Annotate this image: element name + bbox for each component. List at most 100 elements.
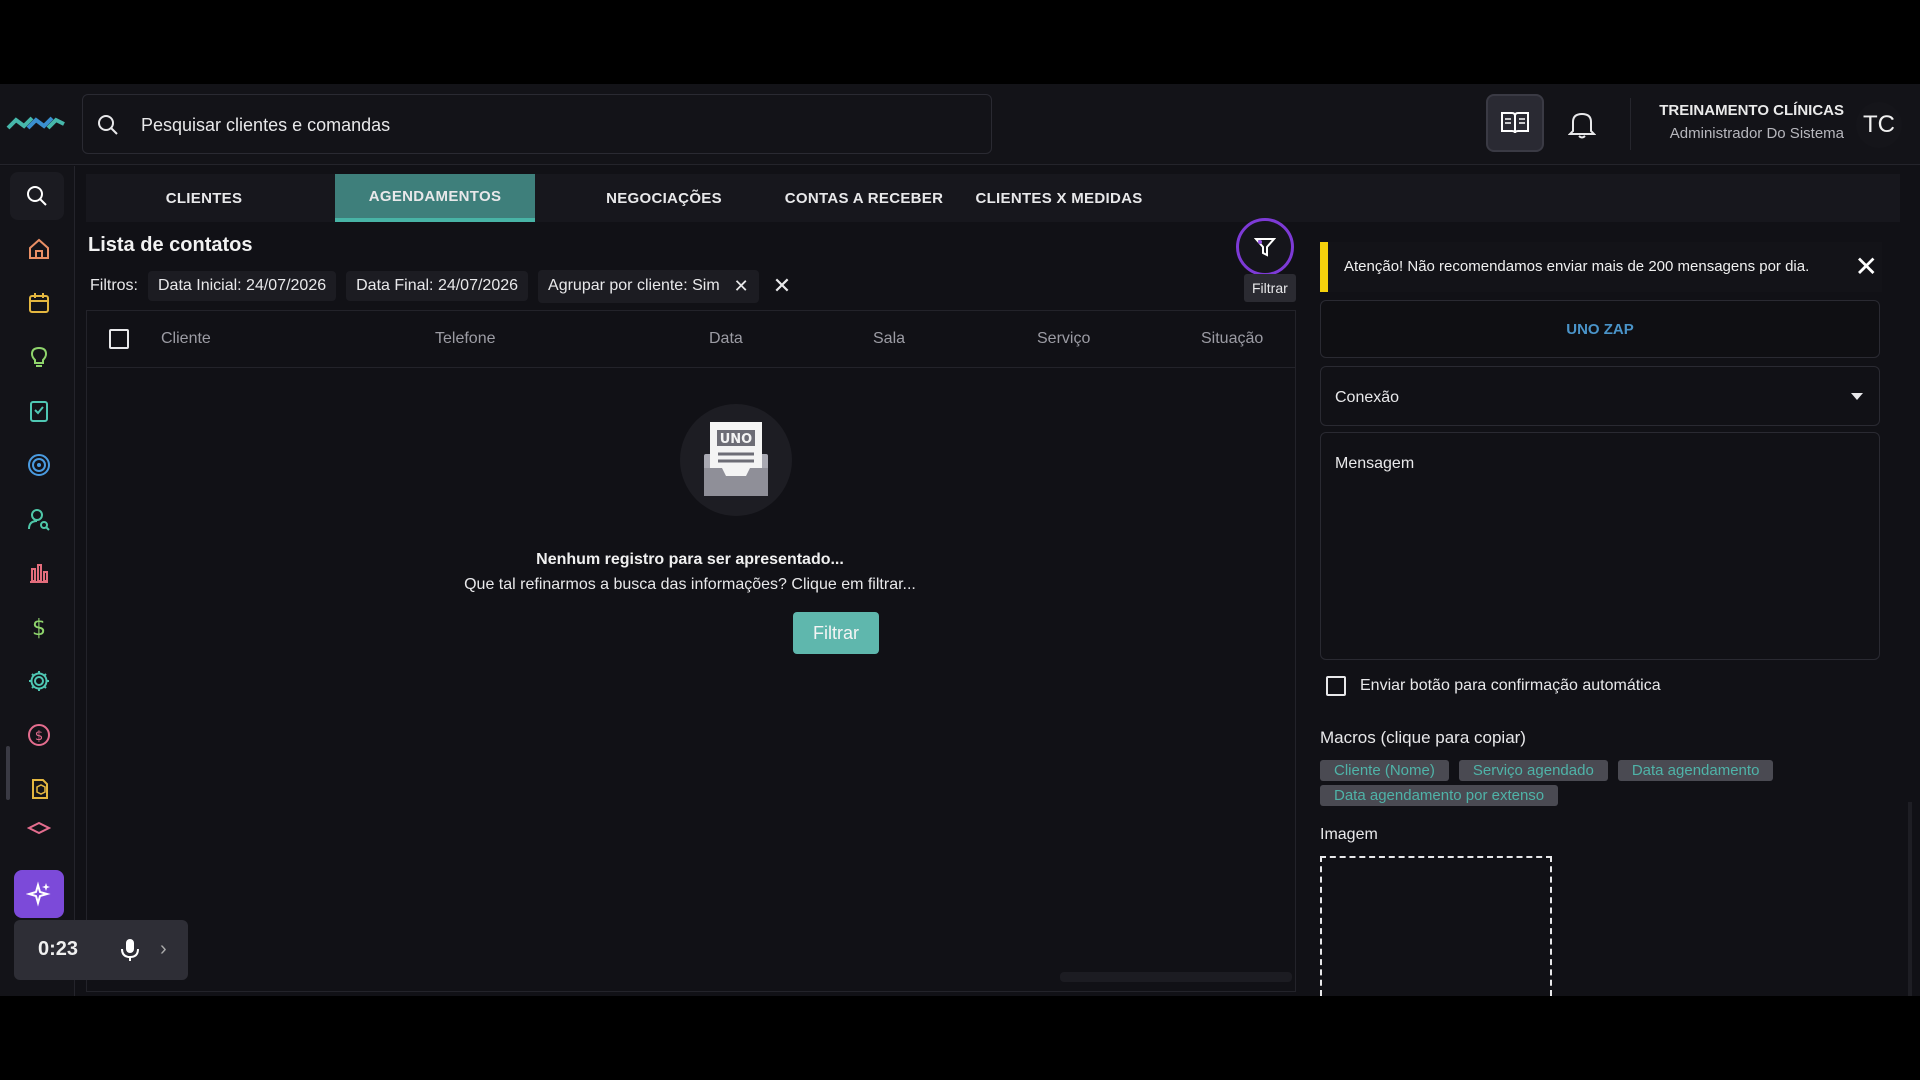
alert-text: Atenção! Não recomendamos enviar mais de… bbox=[1344, 258, 1810, 275]
svg-text:$: $ bbox=[32, 616, 46, 639]
macro-tag[interactable]: Cliente (Nome) bbox=[1320, 760, 1449, 781]
connection-select[interactable]: Conexão bbox=[1320, 366, 1880, 426]
sidebar-item-tasks[interactable] bbox=[20, 392, 58, 430]
inbox-icon: UNO bbox=[704, 422, 768, 496]
close-icon[interactable]: ✕ bbox=[1855, 250, 1878, 283]
column-header-sala[interactable]: Sala bbox=[873, 330, 905, 348]
ai-assistant-button[interactable] bbox=[14, 870, 64, 918]
cap-icon bbox=[27, 821, 51, 835]
filter-chip-end-date[interactable]: Data Final: 24/07/2026 bbox=[346, 271, 529, 301]
divider bbox=[1630, 98, 1631, 150]
svg-text:$: $ bbox=[35, 729, 43, 744]
chip-label: Data Inicial: 24/07/2026 bbox=[158, 277, 327, 294]
bar-chart-icon bbox=[30, 564, 48, 583]
sparkle-icon bbox=[26, 881, 51, 907]
microphone-icon[interactable] bbox=[120, 938, 140, 962]
notifications-button[interactable] bbox=[1562, 104, 1602, 144]
audio-recorder: 0:23 › bbox=[14, 920, 188, 980]
search-icon bbox=[27, 186, 47, 206]
message-label: Mensagem bbox=[1335, 455, 1415, 472]
column-header-data[interactable]: Data bbox=[709, 330, 743, 348]
home-icon bbox=[29, 238, 49, 259]
clear-filters-icon[interactable]: ✕ bbox=[773, 273, 791, 299]
sidebar-item-inventory[interactable] bbox=[20, 770, 58, 808]
select-all-checkbox[interactable] bbox=[109, 329, 129, 349]
chevron-down-icon bbox=[1851, 393, 1863, 400]
filter-button[interactable] bbox=[1236, 218, 1294, 276]
filter-tooltip: Filtrar bbox=[1244, 274, 1296, 302]
sidebar-item-training[interactable] bbox=[20, 818, 58, 842]
auto-confirm-label: Enviar botão para confirmação automática bbox=[1360, 677, 1661, 694]
user-info[interactable]: TREINAMENTO CLÍNICAS Administrador Do Si… bbox=[1659, 102, 1844, 142]
target-icon bbox=[28, 454, 50, 476]
search-input[interactable] bbox=[139, 109, 963, 141]
calendar-icon bbox=[29, 293, 49, 313]
brand-logo[interactable] bbox=[6, 112, 68, 134]
horizontal-scrollbar[interactable] bbox=[1060, 972, 1292, 982]
macros-list: Cliente (Nome) Serviço agendado Data age… bbox=[1320, 760, 1840, 810]
empty-state-title: Nenhum registro para ser apresentado... bbox=[536, 551, 844, 568]
chip-label: Data Final: 24/07/2026 bbox=[356, 277, 519, 294]
filtrar-button[interactable]: Filtrar bbox=[793, 612, 879, 654]
auto-confirm-checkbox[interactable] bbox=[1326, 676, 1346, 696]
filter-chip-group[interactable]: Agrupar por cliente: Sim ✕ bbox=[538, 269, 759, 303]
image-label: Imagem bbox=[1320, 826, 1378, 843]
warning-alert: Atenção! Não recomendamos enviar mais de… bbox=[1320, 242, 1882, 292]
chevron-right-icon[interactable]: › bbox=[160, 938, 167, 961]
book-icon bbox=[1501, 112, 1529, 134]
app-window: TREINAMENTO CLÍNICAS Administrador Do Si… bbox=[0, 84, 1920, 996]
column-header-telefone[interactable]: Telefone bbox=[435, 330, 496, 348]
sidebar-item-goals[interactable] bbox=[20, 446, 58, 484]
manual-button[interactable] bbox=[1486, 94, 1544, 152]
sidebar-item-agenda[interactable] bbox=[20, 284, 58, 322]
empty-logo-text: UNO bbox=[720, 432, 753, 447]
column-header-servico[interactable]: Serviço bbox=[1037, 330, 1090, 348]
user-role: Administrador Do Sistema bbox=[1669, 125, 1844, 142]
tab-negociacoes[interactable]: NEGOCIAÇÕES bbox=[564, 174, 764, 222]
dollar-icon: $ bbox=[32, 616, 46, 639]
gear-icon bbox=[29, 671, 49, 691]
sidebar-item-payments[interactable]: $ bbox=[20, 716, 58, 754]
avatar[interactable]: TC bbox=[1856, 102, 1902, 148]
filters-label: Filtros: bbox=[90, 277, 138, 294]
search-icon bbox=[98, 115, 118, 135]
tab-clientes-x-medidas[interactable]: CLIENTES X MEDIDAS bbox=[944, 174, 1174, 222]
top-bar: TREINAMENTO CLÍNICAS Administrador Do Si… bbox=[0, 84, 1920, 165]
active-indicator bbox=[6, 746, 10, 800]
message-textarea[interactable]: Mensagem bbox=[1320, 432, 1880, 660]
recording-time: 0:23 bbox=[38, 938, 79, 960]
funnel-icon bbox=[1254, 238, 1276, 257]
global-search bbox=[82, 94, 992, 154]
empty-state-illustration: UNO bbox=[680, 404, 792, 516]
chip-label: Agrupar por cliente: Sim bbox=[548, 277, 720, 294]
sidebar-item-reports[interactable] bbox=[20, 554, 58, 592]
sidebar-item-finance[interactable]: $ bbox=[20, 608, 58, 646]
user-search-icon bbox=[28, 509, 50, 531]
sidebar-search[interactable] bbox=[10, 172, 64, 220]
uno-zap-button[interactable]: UNO ZAP bbox=[1320, 300, 1880, 358]
table-header: Cliente Telefone Data Sala Serviço Situa… bbox=[87, 311, 1295, 368]
page-title: Lista de contatos bbox=[88, 234, 253, 256]
macros-title: Macros (clique para copiar) bbox=[1320, 728, 1526, 747]
image-dropzone[interactable] bbox=[1320, 856, 1552, 996]
lightbulb-icon bbox=[30, 346, 48, 367]
remove-chip-icon[interactable]: ✕ bbox=[734, 276, 749, 297]
filter-chip-start-date[interactable]: Data Inicial: 24/07/2026 bbox=[148, 271, 337, 301]
active-filters: Filtros: Data Inicial: 24/07/2026 Data F… bbox=[90, 269, 791, 303]
sidebar-item-clients[interactable] bbox=[20, 500, 58, 538]
sidebar-item-settings[interactable] bbox=[20, 662, 58, 700]
connection-label: Conexão bbox=[1335, 389, 1400, 406]
macro-tag[interactable]: Data agendamento bbox=[1617, 760, 1774, 781]
bell-icon bbox=[1568, 112, 1596, 139]
tab-clientes[interactable]: CLIENTES bbox=[124, 174, 284, 222]
box-icon bbox=[32, 779, 48, 799]
column-header-situacao[interactable]: Situação bbox=[1201, 330, 1263, 348]
macro-tag[interactable]: Serviço agendado bbox=[1458, 760, 1608, 781]
sidebar-item-ideas[interactable] bbox=[20, 338, 58, 376]
tab-agendamentos[interactable]: AGENDAMENTOS bbox=[335, 174, 535, 222]
auto-confirm-option[interactable]: Enviar botão para confirmação automática bbox=[1326, 676, 1661, 696]
panel-scrollbar[interactable] bbox=[1908, 802, 1912, 996]
sidebar-item-home[interactable] bbox=[20, 230, 58, 268]
column-header-cliente[interactable]: Cliente bbox=[161, 330, 211, 348]
macro-tag[interactable]: Data agendamento por extenso bbox=[1320, 785, 1559, 806]
